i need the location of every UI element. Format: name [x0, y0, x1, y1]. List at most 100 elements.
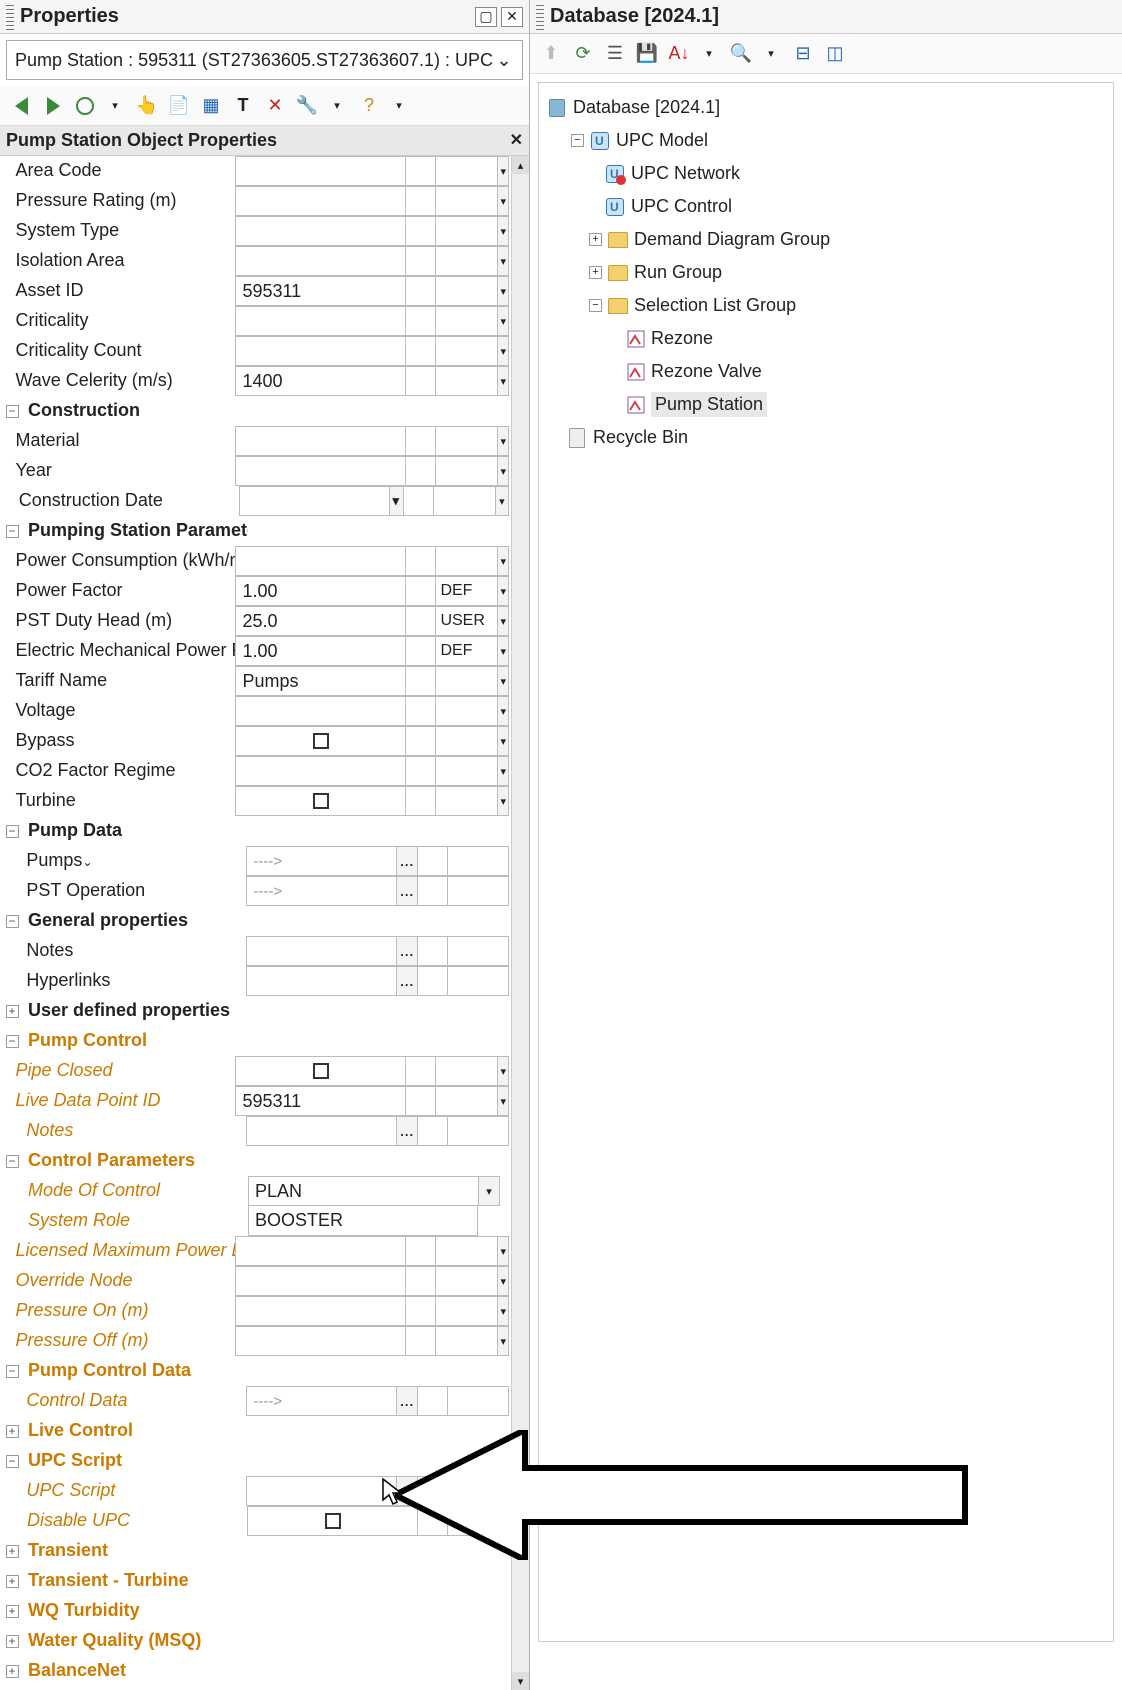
find-icon[interactable]: 🔍	[728, 41, 754, 67]
browse-upc-script-button[interactable]: ...	[396, 1476, 417, 1506]
sort-dropdown[interactable]: ▾	[696, 41, 722, 67]
dropdown-criticality[interactable]: ▾	[497, 306, 509, 336]
tree-run-group[interactable]: +Run Group	[547, 256, 1105, 289]
expander-construction[interactable]: −	[6, 405, 19, 418]
text-icon[interactable]: T	[230, 93, 256, 119]
input-pressure-rating[interactable]	[235, 186, 405, 216]
dropdown-pipe-closed[interactable]: ▾	[497, 1056, 509, 1086]
tree-recycle-bin[interactable]: Recycle Bin	[547, 421, 1105, 454]
input-system-type[interactable]	[235, 216, 405, 246]
dropdown-elec-mech[interactable]: ▾	[497, 636, 509, 666]
dropdown-system-type[interactable]: ▾	[497, 216, 509, 246]
date-picker-button[interactable]: ▾	[389, 486, 403, 516]
scroll-up-icon[interactable]: ▴	[512, 156, 529, 174]
input-pumps[interactable]: ---->	[246, 846, 396, 876]
expander-run-group[interactable]: +	[589, 266, 602, 279]
target-button[interactable]	[72, 93, 98, 119]
expand-pumps-icon[interactable]: ⌄	[82, 855, 92, 869]
input-asset-id[interactable]: 595311	[235, 276, 405, 306]
expander-control-params[interactable]: −	[6, 1155, 19, 1168]
input-criticality-count[interactable]	[235, 336, 405, 366]
dropdown-wave-celerity[interactable]: ▾	[497, 366, 509, 396]
dropdown-asset-id[interactable]: ▾	[497, 276, 509, 306]
sort-icon[interactable]: A↓	[666, 41, 692, 67]
delete-icon[interactable]: ✕	[262, 93, 288, 119]
input-co2-factor[interactable]	[235, 756, 405, 786]
input-live-data-point[interactable]: 595311	[235, 1086, 405, 1116]
dropdown-pressure-rating[interactable]: ▾	[497, 186, 509, 216]
tree-selection-list[interactable]: −Selection List Group	[547, 289, 1105, 322]
expander-demand-diagram[interactable]: +	[589, 233, 602, 246]
tree-pump-station[interactable]: Pump Station	[547, 388, 1105, 421]
input-system-role[interactable]: BOOSTER	[248, 1206, 478, 1236]
close-button[interactable]	[501, 7, 523, 27]
dropdown-year[interactable]: ▾	[497, 456, 509, 486]
input-wave-celerity[interactable]: 1400	[235, 366, 405, 396]
scroll-down-icon[interactable]: ▾	[512, 1672, 529, 1690]
find-dropdown[interactable]: ▾	[758, 41, 784, 67]
input-area-code[interactable]	[235, 156, 405, 186]
dropdown-bypass[interactable]: ▾	[497, 726, 509, 756]
list-icon[interactable]: ☰	[602, 41, 628, 67]
expander-pumping-station-params[interactable]: −	[6, 525, 19, 538]
expander-wq-turbidity[interactable]: +	[6, 1605, 19, 1618]
tree-upc-control[interactable]: UPC Control	[547, 190, 1105, 223]
input-licensed-max-power[interactable]	[235, 1236, 405, 1266]
expander-selection-list[interactable]: −	[589, 299, 602, 312]
pointer-icon[interactable]: 👆	[134, 93, 160, 119]
input-construction-date[interactable]	[239, 486, 389, 516]
dropdown-area-code[interactable]: ▾	[497, 156, 509, 186]
input-override-node[interactable]	[235, 1266, 405, 1296]
input-upc-script[interactable]	[246, 1476, 396, 1506]
input-notes2[interactable]	[246, 1116, 396, 1146]
document-icon[interactable]: 📄	[166, 93, 192, 119]
checkbox-pipe-closed[interactable]	[235, 1056, 405, 1086]
tree-upc-network[interactable]: UPC Network	[547, 157, 1105, 190]
refresh-icon[interactable]: ⟳	[570, 41, 596, 67]
input-mode-of-control[interactable]: PLAN	[248, 1176, 478, 1206]
input-material[interactable]	[235, 426, 405, 456]
browse-notes-button[interactable]: ...	[396, 936, 417, 966]
restore-button[interactable]	[475, 7, 497, 27]
input-pressure-off[interactable]	[235, 1326, 405, 1356]
wrench-dropdown[interactable]: ▾	[324, 93, 350, 119]
dropdown-isolation-area[interactable]: ▾	[497, 246, 509, 276]
expander-pump-control-data[interactable]: −	[6, 1365, 19, 1378]
browse-control-data-button[interactable]: ...	[396, 1386, 417, 1416]
tree-rezone-valve[interactable]: Rezone Valve	[547, 355, 1105, 388]
browse-pst-operation-button[interactable]: ...	[396, 876, 417, 906]
expander-balancenet[interactable]: +	[6, 1665, 19, 1678]
dropdown-co2-factor[interactable]: ▾	[497, 756, 509, 786]
window-icon[interactable]: ◫	[822, 41, 848, 67]
dropdown-criticality-count[interactable]: ▾	[497, 336, 509, 366]
dropdown-voltage[interactable]: ▾	[497, 696, 509, 726]
input-criticality[interactable]	[235, 306, 405, 336]
grip-icon[interactable]	[6, 4, 14, 30]
input-tariff-name[interactable]: Pumps	[235, 666, 405, 696]
input-pst-operation[interactable]: ---->	[246, 876, 396, 906]
checkbox-disable-upc[interactable]	[247, 1506, 417, 1536]
dropdown-power-consumption[interactable]: ▾	[497, 546, 509, 576]
object-selector[interactable]: Pump Station : 595311 (ST27363605.ST2736…	[6, 40, 523, 80]
target-dropdown[interactable]: ▾	[102, 93, 128, 119]
input-notes[interactable]	[246, 936, 396, 966]
browse-hyperlinks-button[interactable]: ...	[396, 966, 417, 996]
dropdown-material[interactable]: ▾	[497, 426, 509, 456]
dropdown-pst-duty-head[interactable]: ▾	[497, 606, 509, 636]
expander-water-quality-msq[interactable]: +	[6, 1635, 19, 1648]
browse-pumps-button[interactable]: ...	[396, 846, 417, 876]
dropdown-power-factor[interactable]: ▾	[497, 576, 509, 606]
expander-pump-data[interactable]: −	[6, 825, 19, 838]
section-close-icon[interactable]: ✕	[510, 130, 523, 150]
input-pst-duty-head[interactable]: 25.0	[235, 606, 405, 636]
prev-button[interactable]	[8, 93, 34, 119]
expander-live-control[interactable]: +	[6, 1425, 19, 1438]
scrollbar[interactable]: ▴ ▾	[511, 156, 529, 1690]
expander-upc-model[interactable]: −	[571, 134, 584, 147]
input-control-data[interactable]: ---->	[246, 1386, 396, 1416]
expander-user-defined[interactable]: +	[6, 1005, 19, 1018]
expander-transient-turbine[interactable]: +	[6, 1575, 19, 1588]
expander-upc-script[interactable]: −	[6, 1455, 19, 1468]
tree-rezone[interactable]: Rezone	[547, 322, 1105, 355]
dropdown-live-data-point[interactable]: ▾	[497, 1086, 509, 1116]
